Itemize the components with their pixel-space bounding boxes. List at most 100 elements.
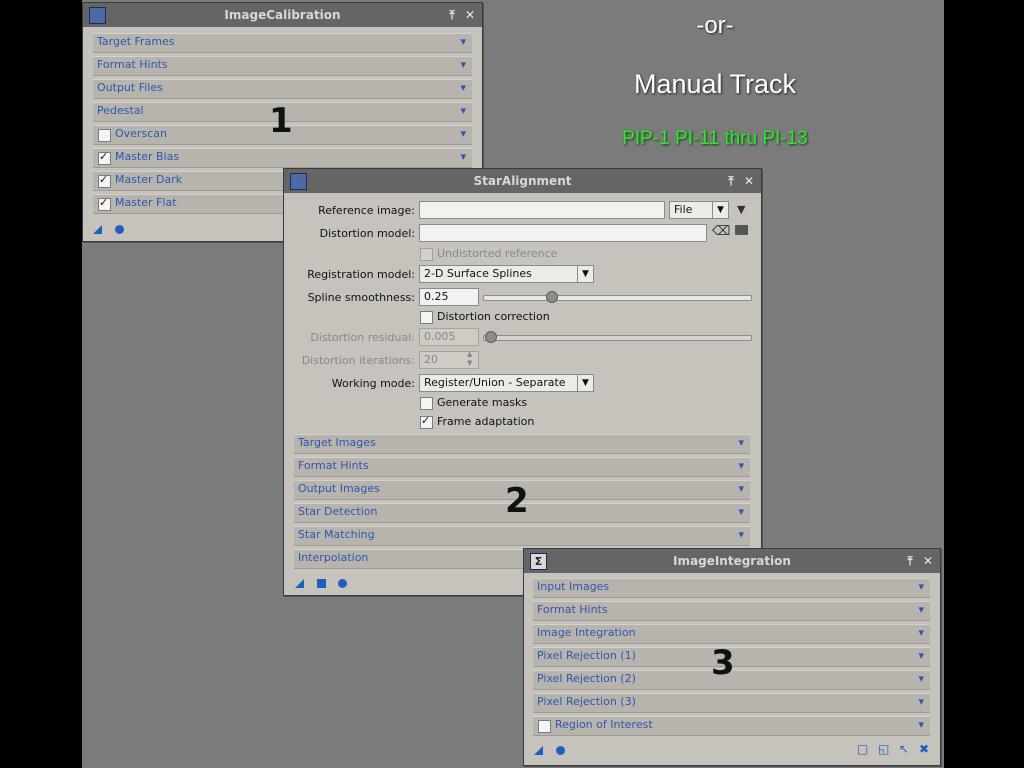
working-mode-select[interactable]: Register/Union - Separate ▼ bbox=[419, 374, 594, 392]
section-target-frames[interactable]: Target Frames ▾ bbox=[93, 33, 472, 53]
undistorted-reference-checkbox[interactable] bbox=[420, 248, 433, 261]
section-pixel-rejection-3[interactable]: Pixel Rejection (3) ▾ bbox=[533, 693, 930, 713]
expand-icon[interactable]: ▾ bbox=[918, 718, 924, 731]
registration-model-select[interactable]: 2-D Surface Splines ▼ bbox=[419, 265, 594, 283]
folder-icon[interactable] bbox=[735, 225, 748, 235]
clear-icon[interactable]: ⌫ bbox=[712, 224, 730, 239]
apply-icon[interactable] bbox=[317, 579, 326, 588]
chevron-down-icon: ▼ bbox=[712, 202, 728, 218]
section-label: Pixel Rejection (1) bbox=[537, 649, 636, 662]
shade-icon[interactable]: ⤒ bbox=[723, 169, 739, 193]
section-star-matching[interactable]: Star Matching ▾ bbox=[294, 526, 750, 546]
section-output-files[interactable]: Output Files ▾ bbox=[93, 79, 472, 99]
master-dark-checkbox[interactable] bbox=[98, 173, 111, 188]
section-label: Pixel Rejection (3) bbox=[537, 695, 636, 708]
section-label: Interpolation bbox=[298, 551, 369, 564]
reference-image-input[interactable] bbox=[419, 201, 665, 219]
region-of-interest-checkbox[interactable] bbox=[538, 720, 551, 733]
spline-smoothness-slider[interactable] bbox=[483, 295, 752, 301]
reset-icon[interactable]: ✖ bbox=[919, 742, 929, 756]
image-calibration-titlebar[interactable]: ImageCalibration ⤒ ✕ bbox=[83, 3, 482, 27]
expand-icon[interactable]: ▾ bbox=[738, 482, 744, 495]
section-target-images[interactable]: Target Images ▾ bbox=[294, 434, 750, 454]
new-instance-icon[interactable] bbox=[295, 579, 304, 588]
expand-icon[interactable]: ▾ bbox=[918, 695, 924, 708]
section-label: Format Hints bbox=[537, 603, 608, 616]
section-label: Output Images bbox=[298, 482, 380, 495]
distortion-model-input[interactable] bbox=[419, 224, 707, 242]
expand-icon[interactable]: ▾ bbox=[738, 459, 744, 472]
apply-global-icon[interactable] bbox=[338, 579, 347, 588]
expand-icon[interactable]: ▾ bbox=[460, 150, 466, 163]
shade-icon[interactable]: ⤒ bbox=[902, 549, 918, 573]
close-icon[interactable]: ✕ bbox=[741, 169, 757, 193]
spline-smoothness-input[interactable]: 0.25 bbox=[419, 288, 479, 306]
expand-icon[interactable]: ▾ bbox=[918, 603, 924, 616]
reference-source-select[interactable]: File ▼ bbox=[669, 201, 729, 219]
or-caption: -or- bbox=[696, 12, 734, 39]
apply-global-icon[interactable] bbox=[556, 746, 565, 755]
frame-adaptation-label: Frame adaptation bbox=[437, 415, 535, 428]
expand-icon[interactable]: ▾ bbox=[918, 626, 924, 639]
star-alignment-titlebar[interactable]: StarAlignment ⤒ ✕ bbox=[284, 169, 761, 193]
new-instance-icon[interactable] bbox=[534, 746, 543, 755]
section-format-hints[interactable]: Format Hints ▾ bbox=[294, 457, 750, 477]
preview-icon[interactable]: □ bbox=[857, 742, 868, 756]
expand-icon[interactable]: ▾ bbox=[918, 580, 924, 593]
frame-adaptation-checkbox[interactable] bbox=[420, 414, 433, 429]
master-flat-checkbox[interactable] bbox=[98, 196, 111, 211]
overscan-checkbox[interactable] bbox=[98, 129, 111, 142]
step-number-2: 2 bbox=[505, 481, 529, 521]
step-number-1: 1 bbox=[269, 101, 293, 141]
section-label: Star Matching bbox=[298, 528, 375, 541]
distortion-residual-slider[interactable] bbox=[483, 335, 752, 341]
shade-icon[interactable]: ⤒ bbox=[444, 3, 460, 27]
section-label: Output Files bbox=[97, 81, 163, 94]
expand-icon[interactable]: ▾ bbox=[460, 127, 466, 140]
generate-masks-checkbox[interactable] bbox=[420, 397, 433, 410]
section-region-of-interest[interactable]: Region of Interest ▾ bbox=[533, 716, 930, 736]
expand-icon[interactable]: ▾ bbox=[918, 649, 924, 662]
spline-smoothness-slider-handle[interactable] bbox=[546, 291, 558, 303]
expand-icon[interactable]: ▾ bbox=[460, 81, 466, 94]
section-label: Region of Interest bbox=[555, 718, 653, 731]
distortion-residual-slider-handle[interactable] bbox=[485, 331, 497, 343]
section-image-integration[interactable]: Image Integration ▾ bbox=[533, 624, 930, 644]
dropdown-menu-icon[interactable]: ▼ bbox=[737, 203, 745, 216]
expand-icon[interactable]: ▾ bbox=[738, 528, 744, 541]
distortion-correction-checkbox[interactable] bbox=[420, 311, 433, 324]
star-alignment-window: StarAlignment ⤒ ✕ Reference image: File … bbox=[283, 168, 762, 596]
distortion-residual-input[interactable]: 0.005 bbox=[419, 328, 479, 346]
new-instance-icon[interactable] bbox=[93, 225, 102, 234]
section-label: Target Images bbox=[298, 436, 376, 449]
section-label: Image Integration bbox=[537, 626, 636, 639]
expand-icon[interactable]: ▾ bbox=[738, 505, 744, 518]
section-label: Pedestal bbox=[97, 104, 144, 117]
section-label: Format Hints bbox=[97, 58, 168, 71]
document-icon[interactable]: ◱ bbox=[878, 742, 889, 756]
image-integration-titlebar[interactable]: Σ ImageIntegration ⤒ ✕ bbox=[524, 549, 940, 573]
close-icon[interactable]: ✕ bbox=[462, 3, 478, 27]
close-icon[interactable]: ✕ bbox=[920, 549, 936, 573]
apply-global-icon[interactable] bbox=[115, 225, 124, 234]
spin-arrows-icon[interactable]: ▲ ▼ bbox=[467, 350, 472, 368]
section-label: Format Hints bbox=[298, 459, 369, 472]
master-bias-checkbox[interactable] bbox=[98, 150, 111, 165]
section-label: Master Bias bbox=[115, 150, 180, 163]
chevron-down-icon: ▼ bbox=[577, 375, 593, 391]
expand-icon[interactable]: ▾ bbox=[460, 35, 466, 48]
pointer-icon[interactable]: ↖ bbox=[899, 742, 909, 756]
generate-masks-label: Generate masks bbox=[437, 396, 528, 409]
pip-caption: PIP-1 PI-11 thru PI-13 bbox=[622, 128, 808, 149]
expand-icon[interactable]: ▾ bbox=[460, 58, 466, 71]
expand-icon[interactable]: ▾ bbox=[918, 672, 924, 685]
undistorted-reference-label: Undistorted reference bbox=[437, 247, 558, 260]
reference-image-label: Reference image: bbox=[318, 204, 415, 217]
section-format-hints[interactable]: Format Hints ▾ bbox=[533, 601, 930, 621]
expand-icon[interactable]: ▾ bbox=[460, 104, 466, 117]
process-icon bbox=[290, 173, 307, 190]
section-format-hints[interactable]: Format Hints ▾ bbox=[93, 56, 472, 76]
section-input-images[interactable]: Input Images ▾ bbox=[533, 578, 930, 598]
section-master-bias[interactable]: Master Bias ▾ bbox=[93, 148, 472, 168]
expand-icon[interactable]: ▾ bbox=[738, 436, 744, 449]
